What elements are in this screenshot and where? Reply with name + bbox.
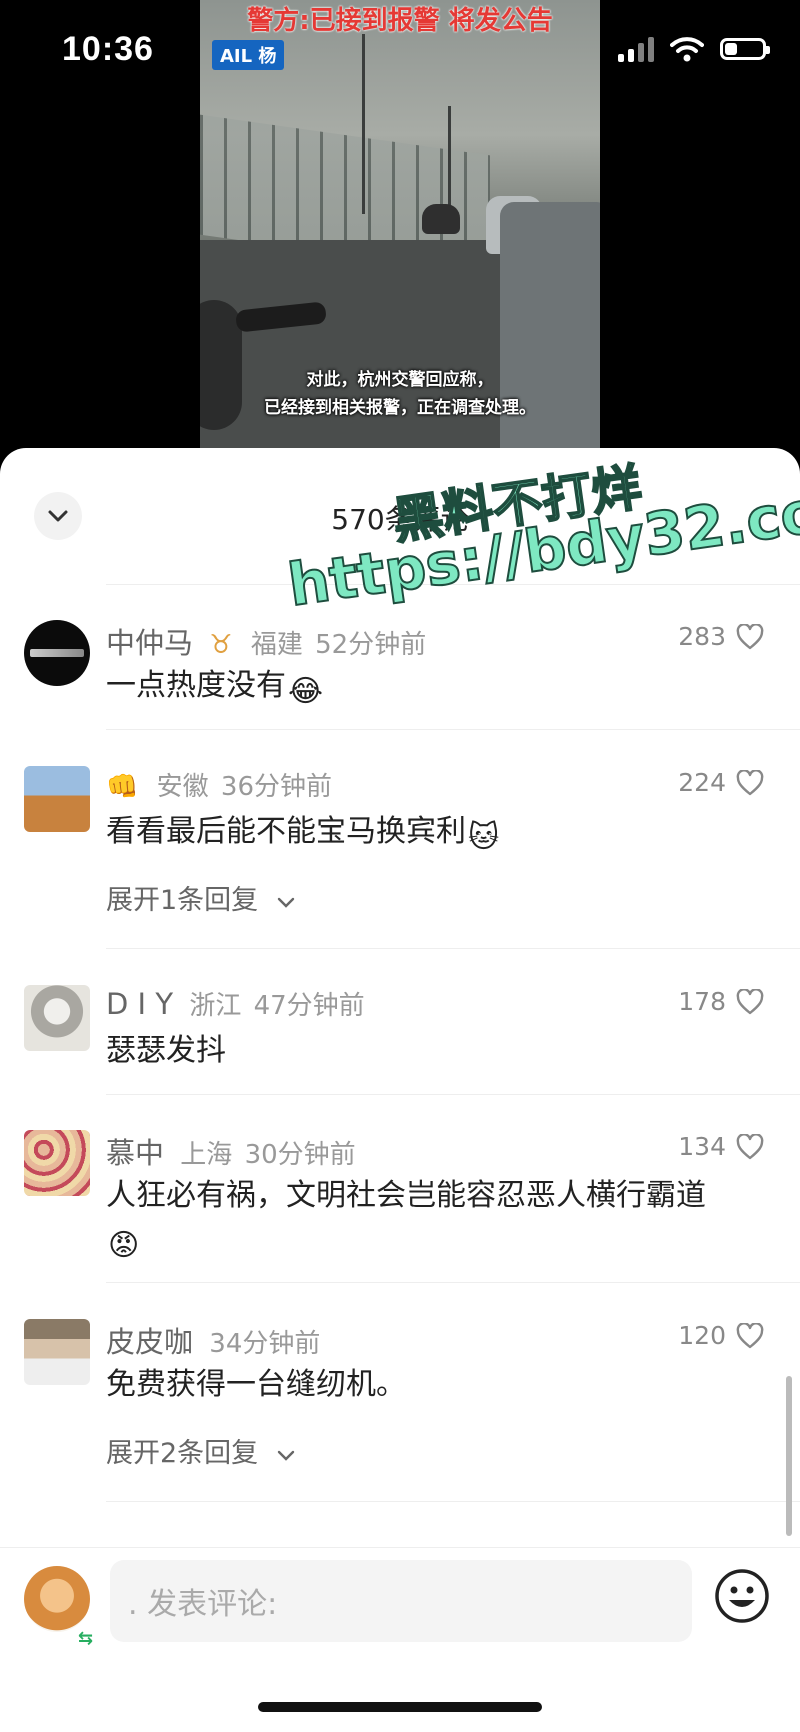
expand-replies-button[interactable]: 展开1条回复 <box>106 878 295 917</box>
signal-icon <box>618 36 654 62</box>
video-player[interactable]: 警方:已接到报警 将发公告 AIL 杨 对此，杭州交警回应称， 已经接到相关报警… <box>200 0 600 450</box>
username[interactable]: 皮皮咖 <box>106 1325 193 1359</box>
zodiac-badge: ♉ <box>209 630 233 660</box>
avatar[interactable] <box>24 1130 90 1196</box>
divider <box>106 948 800 949</box>
username[interactable]: 慕中 <box>106 1136 164 1170</box>
my-avatar[interactable] <box>24 1566 90 1632</box>
heart-icon <box>736 623 764 649</box>
comment-text[interactable]: 人狂必有祸，文明社会岂能容忍恶人横行霸道 😡 <box>106 1174 760 1268</box>
username[interactable]: D I Y <box>106 987 173 1021</box>
battery-icon <box>720 38 770 60</box>
like-button[interactable]: 120 <box>678 1321 764 1350</box>
like-count: 120 <box>678 1321 726 1350</box>
comment-text[interactable]: 免费获得一台缝纫机。 <box>106 1363 760 1407</box>
timestamp: 30分钟前 <box>244 1140 356 1170</box>
like-button[interactable]: 134 <box>678 1132 764 1161</box>
timestamp: 36分钟前 <box>220 772 333 802</box>
username[interactable]: 中仲马 <box>106 626 193 660</box>
heart-icon <box>736 1322 764 1348</box>
avatar[interactable] <box>24 620 90 686</box>
scrollbar[interactable] <box>786 1376 792 1536</box>
like-count: 224 <box>678 768 726 797</box>
comment-text[interactable]: 瑟瑟发抖 <box>106 1029 760 1073</box>
comment-meta: 👊 安徽 36分钟前 <box>106 766 332 803</box>
comment-item: 慕中 上海 30分钟前 人狂必有祸，文明社会岂能容忍恶人横行霸道 😡 134 <box>0 1130 800 1300</box>
comment-item: 中仲马 ♉ 福建 52分钟前 一点热度没有😂 283 <box>0 620 800 740</box>
avatar[interactable] <box>24 985 90 1051</box>
laugh-emoji: 😂 <box>288 674 324 709</box>
fist-badge: 👊 <box>106 772 139 802</box>
channel-logo: AIL 杨 <box>212 40 285 70</box>
comment-input[interactable]: . 发表评论: <box>110 1560 692 1642</box>
video-headline: 警方:已接到报警 将发公告 <box>247 6 553 36</box>
comment-item: 👊 安徽 36分钟前 看看最后能不能宝马换宾利🐱 224 展开1条回复 <box>0 766 800 956</box>
home-indicator[interactable] <box>258 1702 542 1712</box>
expand-replies-button[interactable]: 展开2条回复 <box>106 1431 295 1470</box>
car <box>422 204 460 234</box>
street-light <box>362 34 365 214</box>
divider <box>106 1501 800 1502</box>
comment-input-bar: ⇆ . 发表评论: <box>0 1547 800 1732</box>
video-subtitle: 对此，杭州交警回应称， 已经接到相关报警，正在调查处理。 <box>264 370 536 418</box>
divider <box>106 1282 800 1283</box>
location: 福建 <box>250 630 303 660</box>
like-button[interactable]: 283 <box>678 622 764 651</box>
angry-emoji: 😡 <box>108 1228 140 1263</box>
timestamp: 34分钟前 <box>209 1329 321 1359</box>
swap-account-icon[interactable]: ⇆ <box>78 1628 93 1649</box>
location: 安徽 <box>156 772 209 802</box>
wifi-icon <box>670 37 704 62</box>
location: 上海 <box>180 1140 233 1170</box>
status-time: 10:36 <box>62 30 154 68</box>
comment-meta: 中仲马 ♉ 福建 52分钟前 <box>106 620 426 662</box>
like-count: 283 <box>678 622 726 651</box>
like-count: 178 <box>678 987 726 1016</box>
cat-emoji: 🐱 <box>468 820 500 855</box>
comment-meta: 皮皮咖 34分钟前 <box>106 1319 320 1361</box>
timestamp: 52分钟前 <box>315 630 427 660</box>
chevron-down-icon <box>277 1450 294 1461</box>
chevron-down-icon <box>277 897 294 908</box>
like-button[interactable]: 178 <box>678 987 764 1016</box>
comment-meta: 慕中 上海 30分钟前 <box>106 1130 356 1172</box>
like-button[interactable]: 224 <box>678 768 764 797</box>
status-icons <box>618 36 770 62</box>
avatar[interactable] <box>24 766 90 832</box>
comment-text[interactable]: 一点热度没有😂 <box>106 664 760 714</box>
heart-icon <box>736 1133 764 1159</box>
comments-sheet: 570条评论 中仲马 ♉ 福建 52分钟前 一点热度没有😂 283 👊 安徽 3… <box>0 448 800 1732</box>
comment-text[interactable]: 看看最后能不能宝马换宾利🐱 <box>106 810 760 860</box>
timestamp: 47分钟前 <box>253 991 365 1021</box>
emoji-picker-icon[interactable] <box>714 1568 770 1624</box>
divider <box>106 729 800 730</box>
comment-item: D I Y 浙江 47分钟前 瑟瑟发抖 178 <box>0 985 800 1105</box>
divider <box>106 1094 800 1095</box>
heart-icon <box>736 769 764 795</box>
heart-icon <box>736 988 764 1014</box>
like-count: 134 <box>678 1132 726 1161</box>
avatar[interactable] <box>24 1319 90 1385</box>
comment-item: 皮皮咖 34分钟前 免费获得一台缝纫机。 120 展开2条回复 <box>0 1319 800 1519</box>
location: 浙江 <box>189 991 242 1021</box>
street-light <box>448 106 451 216</box>
comment-meta: D I Y 浙江 47分钟前 <box>106 985 365 1022</box>
